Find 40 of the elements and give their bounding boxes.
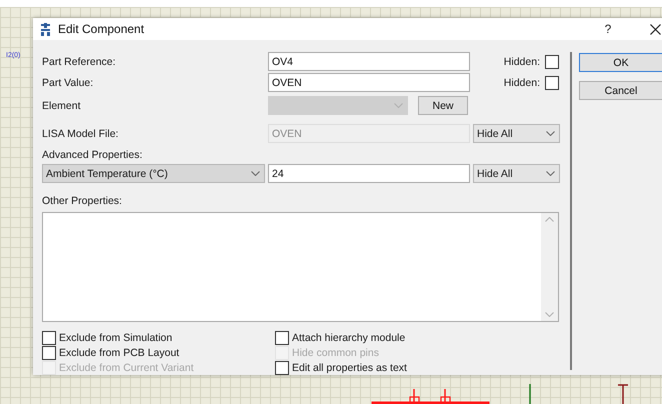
terminal-icon [617,384,629,404]
section-label: Advanced Properties: [42,149,144,162]
field-label: Hidden: [502,56,540,68]
checkbox[interactable] [42,331,56,345]
cancel-button[interactable]: Cancel [579,81,662,100]
field-label: Part Value: [42,76,94,88]
checkbox-label: Edit all properties as text [292,362,407,374]
chevron-down-icon [394,103,403,108]
wire [529,384,531,404]
field-label: Element [42,100,82,112]
input-field[interactable]: 24 [268,164,470,183]
help-button[interactable]: ? [598,22,618,36]
checkbox-label: Attach hierarchy module [292,332,406,344]
input-field[interactable]: OVEN [268,73,470,92]
chevron-down-icon [251,171,260,176]
checkbox-label: Exclude from Simulation [59,332,172,344]
checkbox[interactable] [545,54,559,68]
checkbox-label: Exclude from Current Variant [59,362,194,374]
checkbox-label: Hide common pins [292,347,379,359]
visibility-dropdown[interactable]: Hide All [473,164,560,183]
chevron-up-icon [545,217,554,222]
field-label: LISA Model File: [42,128,120,140]
section-label: Other Properties: [42,195,123,208]
checkbox[interactable] [275,361,289,375]
chevron-down-icon [546,171,555,176]
chevron-down-icon [546,131,555,136]
scroll-bar[interactable] [541,213,558,321]
checkbox-label: Exclude from PCB Layout [59,347,180,359]
window-title: Edit Component [58,22,146,36]
checkbox[interactable] [42,346,56,360]
field-label: Part Reference: [42,56,117,68]
chevron-down-icon [545,312,554,317]
input-field[interactable]: OV4 [268,52,470,71]
component-icon [39,22,52,36]
checkbox[interactable] [545,76,559,90]
checkbox[interactable] [275,331,289,345]
ok-button[interactable]: OK [579,53,662,72]
field-label: Hidden: [502,76,540,88]
property-dropdown[interactable]: Ambient Temperature (°C) [42,164,265,183]
close-icon[interactable] [650,24,661,34]
